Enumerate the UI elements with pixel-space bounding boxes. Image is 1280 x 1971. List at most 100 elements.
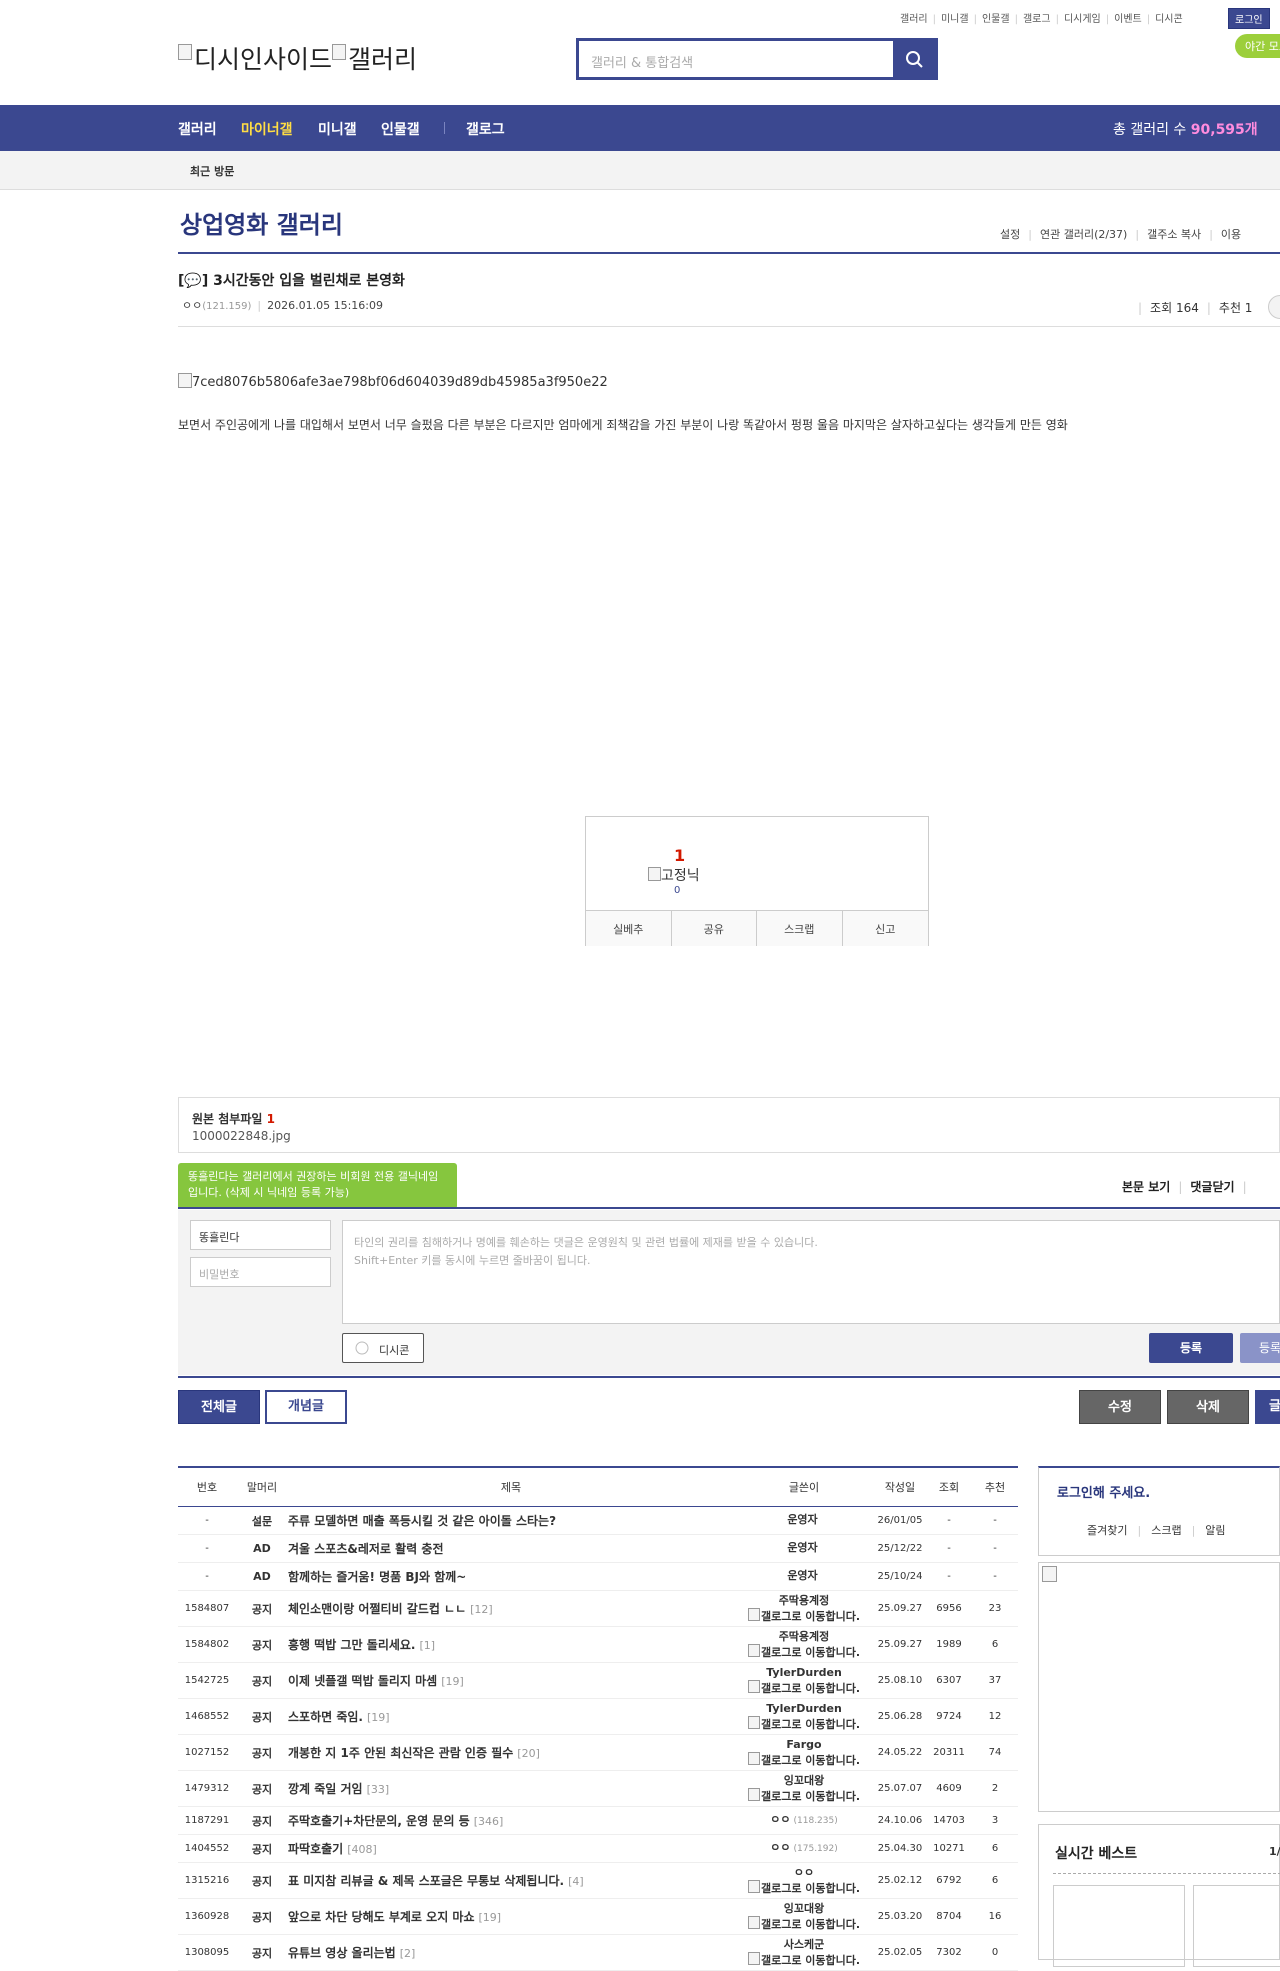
gallery-settings-link[interactable]: 설정 bbox=[1000, 228, 1020, 241]
row-title[interactable]: 겨울 스포츠&레저로 활력 충전 bbox=[288, 1534, 734, 1563]
nav-item-gallery[interactable]: 갤러리 bbox=[178, 119, 217, 139]
login-button[interactable]: 로그인 bbox=[1228, 8, 1270, 29]
nav-item-person[interactable]: 인물갤 bbox=[381, 119, 420, 139]
usage-link[interactable]: 이용 bbox=[1221, 228, 1241, 241]
table-row[interactable]: 1542725 공지 이제 넷플갤 떡밥 돌리지 마셈 [19] TylerDurden… bbox=[178, 1662, 1018, 1699]
table-row[interactable]: 1468552 공지 스포하면 죽임. [19] TylerDurden 갤로그로 이동합… bbox=[178, 1698, 1018, 1735]
scrap-button[interactable]: 스크랩 bbox=[757, 911, 843, 946]
reply-count[interactable]: [33] bbox=[367, 1783, 390, 1796]
all-posts-button[interactable]: 전체글 bbox=[178, 1390, 260, 1424]
login-prompt[interactable]: 로그인해 주세요. bbox=[1057, 1482, 1150, 1501]
row-writer[interactable]: ㅇㅇ (118.235) bbox=[734, 1806, 874, 1835]
row-title[interactable]: 유튜브 영상 올리는법 [2] bbox=[288, 1934, 734, 1971]
util-link-gallery[interactable]: 갤러리 bbox=[900, 14, 928, 25]
best-thumbnail[interactable] bbox=[1193, 1885, 1280, 1967]
site-logo[interactable]: 디시인사이드 갤러리 bbox=[178, 40, 417, 76]
search-box[interactable]: 갤러리 & 통합검색 bbox=[576, 38, 938, 80]
row-writer[interactable]: 운영자 bbox=[734, 1562, 874, 1591]
table-row[interactable]: 1479312 공지 깡계 죽일 거임 [33] 잉꼬대왕 갤로그로 이동합니다. 25.0… bbox=[178, 1770, 1018, 1807]
util-link-dccon[interactable]: 디시콘 bbox=[1155, 14, 1183, 25]
util-link-gallog[interactable]: 갤로그 bbox=[1023, 14, 1051, 25]
row-title[interactable]: 흥행 떡밥 그만 돌리세요. [1] bbox=[288, 1626, 734, 1663]
comment-textarea[interactable]: 타인의 권리를 침해하거나 명예를 훼손하는 댓글은 운영원칙 및 관련 법률에… bbox=[342, 1220, 1280, 1324]
row-writer[interactable]: 주딱용계정 갤로그로 이동합니다. bbox=[734, 1626, 874, 1663]
table-row[interactable]: - AD 함께하는 즐거움! 명품 BJ와 함께~ 운영자 25/10/24- - bbox=[178, 1562, 1018, 1591]
night-mode-button[interactable]: 야간 모드 bbox=[1235, 34, 1280, 58]
reply-count[interactable]: [4] bbox=[568, 1875, 584, 1888]
view-body-link[interactable]: 본문 보기 bbox=[1122, 1180, 1170, 1194]
reply-count[interactable]: [19] bbox=[367, 1711, 390, 1724]
row-title[interactable]: 파딱호출기 [408] bbox=[288, 1834, 734, 1863]
row-title[interactable]: 함께하는 즐거움! 명품 BJ와 함께~ bbox=[288, 1562, 734, 1591]
table-row[interactable]: 1584807 공지 체인소맨이랑 어쩔티비 갈드컵 ㄴㄴ [12] 주딱용계정 갤로그로… bbox=[178, 1590, 1018, 1627]
row-writer[interactable]: 사스케군 갤로그로 이동합니다. bbox=[734, 1934, 874, 1971]
comment-submit-button[interactable]: 등록 bbox=[1149, 1333, 1233, 1363]
gallery-title[interactable]: 상업영화 갤러리 bbox=[180, 205, 343, 240]
row-writer[interactable]: TylerDurden 갤로그로 이동합니다. bbox=[734, 1698, 874, 1735]
attachment-file[interactable]: 1000022848.jpg bbox=[192, 1129, 291, 1143]
row-writer[interactable]: Fargo 갤로그로 이동합니다. bbox=[734, 1734, 874, 1771]
row-writer[interactable]: TylerDurden 갤로그로 이동합니다. bbox=[734, 1662, 874, 1699]
reply-count[interactable]: [19] bbox=[441, 1675, 464, 1688]
row-title[interactable]: 앞으로 차단 당해도 부계로 오지 마쇼 [19] bbox=[288, 1898, 734, 1935]
concept-posts-button[interactable]: 개념글 bbox=[265, 1390, 347, 1424]
reply-count[interactable]: [20] bbox=[517, 1747, 540, 1760]
table-row[interactable]: 1187291 공지 주딱호출기+차단문의, 운영 문의 등 [346] ㅇㅇ (118.… bbox=[178, 1806, 1018, 1835]
table-row[interactable]: 1584802 공지 흥행 떡밥 그만 돌리세요. [1] 주딱용계정 갤로그로 이동합니… bbox=[178, 1626, 1018, 1663]
notification-link[interactable]: 알림 bbox=[1205, 1524, 1225, 1537]
related-gallery-link[interactable]: 연관 갤러리(2/37) bbox=[1040, 228, 1127, 241]
best-recommend-button[interactable]: 실베추 bbox=[586, 911, 672, 946]
row-writer[interactable]: 운영자 bbox=[734, 1506, 874, 1535]
report-button[interactable]: 신고 bbox=[843, 911, 929, 946]
reply-count[interactable]: [2] bbox=[400, 1947, 416, 1960]
table-row[interactable]: - AD 겨울 스포츠&레저로 활력 충전 운영자 25/12/22- - bbox=[178, 1534, 1018, 1563]
best-thumbnail[interactable] bbox=[1053, 1885, 1185, 1967]
table-row[interactable]: 1315216 공지 표 미지참 리뷰글 & 제목 스포글은 무통보 삭제됩니다.[… bbox=[178, 1862, 1018, 1899]
util-link-mini[interactable]: 미니갤 bbox=[941, 14, 969, 25]
reply-count[interactable]: [19] bbox=[479, 1911, 502, 1924]
reply-count[interactable]: [346] bbox=[474, 1815, 504, 1828]
row-title[interactable]: 주딱호출기+차단문의, 운영 문의 등 [346] bbox=[288, 1806, 734, 1835]
scrap-link[interactable]: 스크랩 bbox=[1151, 1524, 1181, 1537]
reply-count[interactable]: [408] bbox=[347, 1843, 377, 1856]
row-title[interactable]: 체인소맨이랑 어쩔티비 갈드컵 ㄴㄴ [12] bbox=[288, 1590, 734, 1627]
table-row[interactable]: 1308095 공지 유튜브 영상 올리는법 [2] 사스케군 갤로그로 이동합니다. 25… bbox=[178, 1934, 1018, 1971]
row-title[interactable]: 스포하면 죽임. [19] bbox=[288, 1698, 734, 1735]
fixed-nick-recommend[interactable]: 고정닉 bbox=[648, 865, 700, 885]
table-row[interactable]: 1360928 공지 앞으로 차단 당해도 부계로 오지 마쇼 [19] 잉꼬대왕 갤로그… bbox=[178, 1898, 1018, 1935]
comment-submit-recommend-button[interactable]: 등록 bbox=[1240, 1333, 1280, 1363]
edit-button[interactable]: 수정 bbox=[1079, 1390, 1161, 1424]
share-button[interactable]: 공유 bbox=[672, 911, 757, 946]
search-input[interactable]: 갤러리 & 통합검색 bbox=[591, 52, 693, 71]
table-row[interactable]: 1404552 공지 파딱호출기 [408] ㅇㅇ (175.192) 25.04.30 10… bbox=[178, 1834, 1018, 1863]
post-author[interactable]: ㅇㅇ bbox=[182, 299, 202, 312]
password-field[interactable]: 비밀번호 bbox=[190, 1257, 331, 1287]
row-writer[interactable]: ㅇㅇ 갤로그로 이동합니다. bbox=[734, 1862, 874, 1899]
delete-button[interactable]: 삭제 bbox=[1167, 1390, 1249, 1424]
row-writer[interactable]: 주딱용계정 갤로그로 이동합니다. bbox=[734, 1590, 874, 1627]
nav-item-minor[interactable]: 마이너갤 bbox=[241, 119, 293, 139]
copy-address-link[interactable]: 갤주소 복사 bbox=[1147, 228, 1201, 241]
table-row[interactable]: - 설문 주류 모델하면 매출 폭등시킬 것 같은 아이돌 스타는? 운영자 26/01… bbox=[178, 1506, 1018, 1535]
nav-item-gallog[interactable]: 갤로그 bbox=[466, 119, 505, 139]
row-title[interactable]: 개봉한 지 1주 안된 최신작은 관람 인증 필수 [20] bbox=[288, 1734, 734, 1771]
row-title[interactable]: 표 미지참 리뷰글 & 제목 스포글은 무통보 삭제됩니다. [4] bbox=[288, 1862, 734, 1899]
favorites-link[interactable]: 즐겨찾기 bbox=[1087, 1524, 1127, 1537]
row-writer[interactable]: 잉꼬대왕 갤로그로 이동합니다. bbox=[734, 1770, 874, 1807]
search-button[interactable] bbox=[893, 41, 935, 77]
dccon-button[interactable]: 디시콘 bbox=[342, 1333, 424, 1363]
reply-count[interactable]: [1] bbox=[420, 1639, 436, 1652]
comment-count-bubble[interactable] bbox=[1268, 295, 1280, 319]
util-link-game[interactable]: 디시게임 bbox=[1064, 14, 1101, 25]
reply-count[interactable]: [12] bbox=[470, 1603, 493, 1616]
close-comments-link[interactable]: 댓글닫기 bbox=[1190, 1180, 1234, 1194]
row-title[interactable]: 이제 넷플갤 떡밥 돌리지 마셈 [19] bbox=[288, 1662, 734, 1699]
nav-item-mini[interactable]: 미니갤 bbox=[318, 119, 357, 139]
row-title[interactable]: 주류 모델하면 매출 폭등시킬 것 같은 아이돌 스타는? bbox=[288, 1506, 734, 1535]
row-writer[interactable]: ㅇㅇ (175.192) bbox=[734, 1834, 874, 1863]
row-writer[interactable]: 잉꼬대왕 갤로그로 이동합니다. bbox=[734, 1898, 874, 1935]
row-title[interactable]: 깡계 죽일 거임 [33] bbox=[288, 1770, 734, 1807]
util-link-event[interactable]: 이벤트 bbox=[1114, 14, 1142, 25]
write-button[interactable]: 글 bbox=[1255, 1390, 1280, 1424]
table-row[interactable]: 1027152 공지 개봉한 지 1주 안된 최신작은 관람 인증 필수 [20] Fa… bbox=[178, 1734, 1018, 1771]
